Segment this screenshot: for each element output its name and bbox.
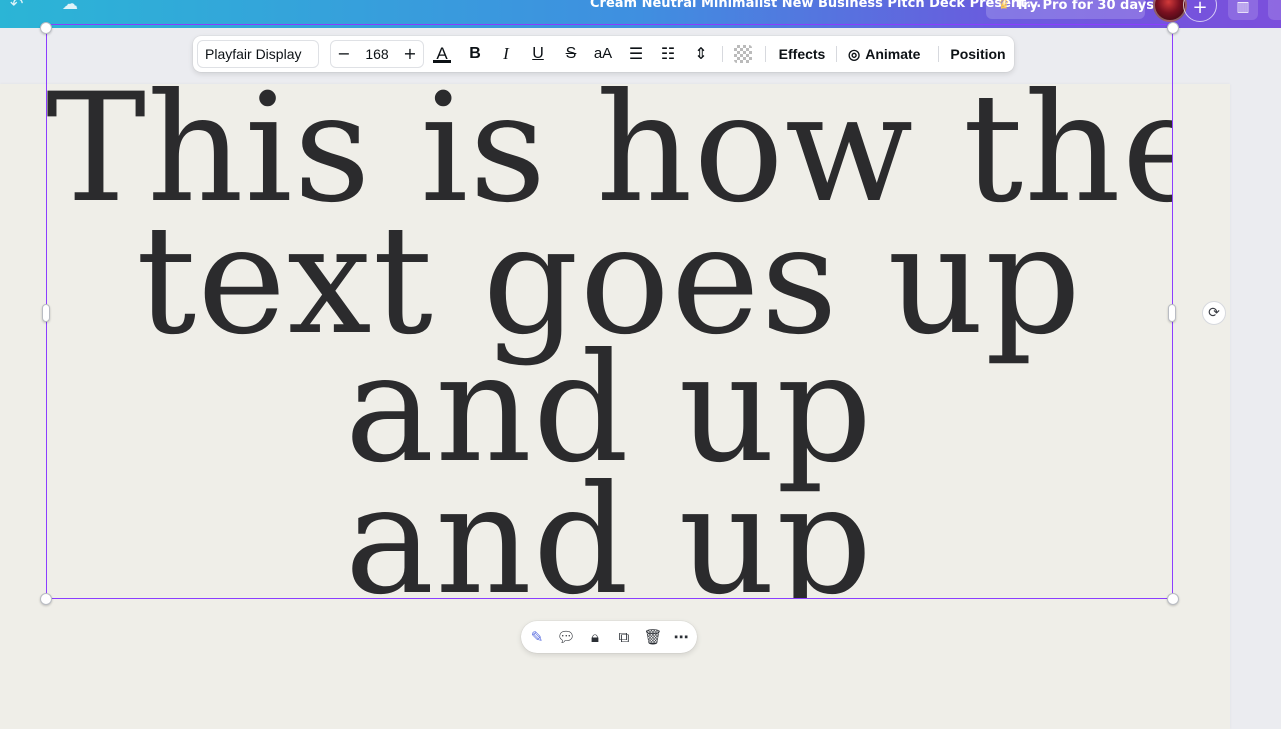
top-bar: ↶ ☁ Cream Neutral Minimalist New Busines… — [0, 0, 1281, 28]
document-title[interactable]: Cream Neutral Minimalist New Business Pi… — [590, 0, 1041, 14]
font-size-input[interactable]: 168 — [357, 41, 397, 67]
magic-edit-icon[interactable]: ✎ — [525, 625, 549, 649]
resize-handle-left[interactable] — [42, 304, 50, 322]
bar-chart-icon: ▥ — [1236, 0, 1250, 15]
text-format-toolbar: Playfair Display − 168 + A B I U S aA ☰ … — [193, 36, 1014, 72]
text-color-icon[interactable]: A — [430, 36, 454, 72]
strikethrough-icon[interactable]: S — [559, 36, 583, 72]
try-pro-label: Try Pro for 30 days — [1015, 0, 1154, 13]
bold-icon[interactable]: B — [463, 36, 487, 72]
separator — [938, 46, 939, 62]
font-family-select[interactable]: Playfair Display — [197, 40, 319, 68]
effects-button[interactable]: Effects — [776, 36, 828, 72]
undo-icon[interactable]: ↶ — [10, 0, 23, 14]
share-button[interactable] — [1268, 0, 1281, 20]
resize-handle-top-left[interactable] — [40, 22, 52, 34]
decrease-font-size-button[interactable]: − — [331, 41, 357, 67]
headline-line-4: and up — [344, 454, 874, 599]
trash-icon[interactable]: 🗑︎ — [641, 625, 665, 649]
spacing-icon[interactable]: ⇕ — [689, 36, 713, 72]
resize-handle-right[interactable] — [1168, 304, 1176, 322]
position-button[interactable]: Position — [950, 36, 1006, 72]
underline-icon[interactable]: U — [526, 36, 550, 72]
duplicate-icon[interactable]: ⧉ — [612, 625, 636, 649]
insights-chart-button[interactable]: ▥ — [1228, 0, 1258, 20]
increase-font-size-button[interactable]: + — [397, 41, 423, 67]
try-pro-button[interactable]: ♛ Try Pro for 30 days — [986, 0, 1154, 19]
resize-handle-bottom-left[interactable] — [40, 593, 52, 605]
list-icon[interactable]: ☷ — [656, 36, 680, 72]
comment-icon[interactable]: 💬︎ — [554, 625, 578, 649]
lock-icon[interactable]: 🔒︎ — [583, 625, 607, 649]
letter-case-icon[interactable]: aA — [590, 36, 616, 72]
italic-icon[interactable]: I — [494, 36, 518, 72]
more-options-icon[interactable]: ⋯ — [669, 625, 693, 649]
headline-text-box[interactable]: This is how the text goes up and up and … — [46, 28, 1172, 599]
separator — [836, 46, 837, 62]
cloud-save-icon[interactable]: ☁ — [62, 0, 78, 14]
animate-icon: ◎ — [848, 46, 861, 62]
animate-button[interactable]: ◎ Animate — [848, 36, 928, 72]
crown-icon: ♛ — [998, 0, 1010, 13]
resize-handle-bottom-right[interactable] — [1167, 593, 1179, 605]
align-center-icon[interactable]: ☰ — [624, 36, 648, 72]
avatar[interactable] — [1153, 0, 1187, 22]
font-size-stepper: − 168 + — [330, 40, 424, 68]
add-collaborator-button[interactable]: + — [1183, 0, 1217, 22]
separator — [765, 46, 766, 62]
transparency-icon[interactable] — [734, 45, 752, 63]
rotate-icon[interactable]: ⟳ — [1202, 301, 1226, 325]
element-context-toolbar: ✎ 💬︎ 🔒︎ ⧉ 🗑︎ ⋯ — [521, 621, 697, 653]
resize-handle-top-right[interactable] — [1167, 22, 1179, 34]
separator — [722, 46, 723, 62]
plus-icon: + — [1192, 0, 1208, 18]
animate-label: Animate — [865, 46, 921, 62]
